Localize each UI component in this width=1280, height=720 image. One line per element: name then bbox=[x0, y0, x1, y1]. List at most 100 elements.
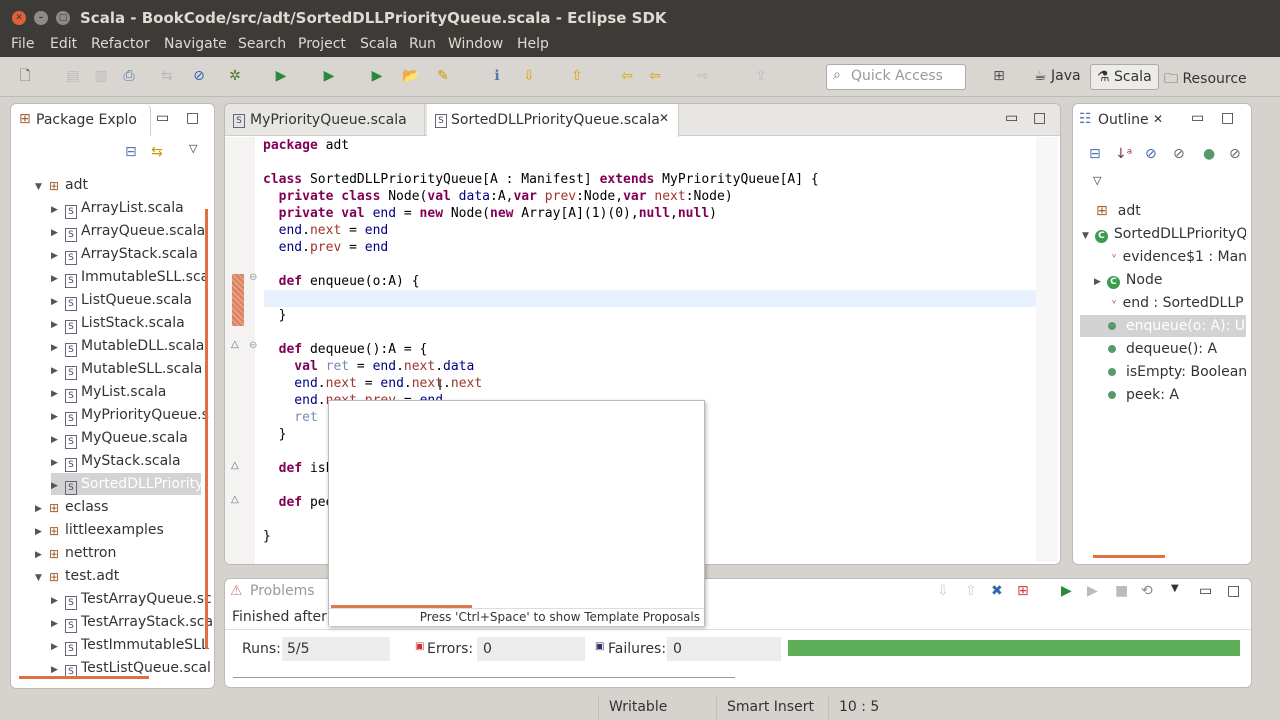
skip-breakpoints-icon[interactable]: ⊘ bbox=[190, 67, 208, 85]
previous-annotation-icon[interactable]: ⇧ bbox=[568, 67, 586, 85]
menu-search[interactable]: Search bbox=[238, 36, 286, 52]
view-menu-icon[interactable]: ▽ bbox=[1093, 174, 1101, 187]
hide-local-icon[interactable]: ⊘ bbox=[1229, 146, 1241, 162]
overview-ruler[interactable] bbox=[1036, 137, 1058, 562]
file-item[interactable]: ▶ S ListStack.scala bbox=[51, 312, 201, 334]
minimize-icon[interactable]: ▭ bbox=[1005, 110, 1018, 126]
package-item[interactable]: ▶ ⊞ littleexamples bbox=[35, 519, 201, 541]
minimize-icon[interactable]: ▭ bbox=[156, 110, 169, 126]
error-annotation[interactable] bbox=[232, 274, 244, 326]
view-menu-icon[interactable]: ▼ bbox=[1171, 583, 1179, 594]
collapsed-arrow-icon[interactable]: ▶ bbox=[51, 475, 65, 497]
file-item[interactable]: ▶ S TestArrayQueue.sc bbox=[51, 588, 212, 612]
close-window-button[interactable]: ✕ bbox=[12, 11, 26, 25]
expanded-arrow-icon[interactable]: ▼ bbox=[35, 176, 49, 198]
tab-mypriorityqueue[interactable]: S MyPriorityQueue.scala bbox=[225, 104, 425, 136]
file-item[interactable]: ▶ S TestImmutableSLL bbox=[51, 634, 209, 656]
history-icon[interactable]: ⟲ bbox=[1141, 583, 1153, 599]
save-icon[interactable]: ▤ bbox=[64, 67, 82, 85]
tab-problems[interactable]: Problems bbox=[250, 583, 315, 599]
run-coverage-icon[interactable]: ▶ bbox=[320, 67, 338, 85]
outline-tab[interactable]: ☷ Outline ✕ bbox=[1073, 104, 1173, 136]
search-icon[interactable]: ✎ bbox=[434, 67, 452, 85]
minimize-icon[interactable]: ▭ bbox=[1199, 583, 1212, 599]
menu-window[interactable]: Window bbox=[448, 36, 503, 52]
file-item[interactable]: ▶ S MyPriorityQueue.s bbox=[51, 404, 209, 428]
collapsed-arrow-icon[interactable]: ▶ bbox=[35, 521, 49, 543]
next-failure-icon[interactable]: ⇩ bbox=[937, 583, 949, 599]
quick-access-input[interactable]: ⌕ Quick Access bbox=[826, 64, 966, 90]
hide-nonpublic-icon[interactable]: ● bbox=[1203, 146, 1215, 162]
collapsed-arrow-icon[interactable]: ▶ bbox=[51, 406, 65, 428]
maximize-window-button[interactable]: □ bbox=[56, 11, 70, 25]
menu-refactor[interactable]: Refactor bbox=[91, 36, 150, 52]
collapsed-arrow-icon[interactable]: ▶ bbox=[1094, 277, 1101, 287]
previous-failure-icon[interactable]: ⇧ bbox=[965, 583, 977, 599]
collapse-all-icon[interactable]: ⊟ bbox=[1089, 146, 1101, 162]
collapsed-arrow-icon[interactable]: ▶ bbox=[51, 222, 65, 244]
outline-item[interactable]: ▼ C SortedDLLPriorityQ bbox=[1080, 223, 1246, 245]
collapsed-arrow-icon[interactable]: ▶ bbox=[51, 429, 65, 451]
external-tools-icon[interactable]: ▶ bbox=[368, 67, 386, 85]
stop-icon[interactable]: ■ bbox=[1115, 583, 1128, 599]
show-failures-only-icon[interactable]: ✖ bbox=[991, 583, 1003, 599]
scroll-lock-icon[interactable]: ⊞ bbox=[1017, 583, 1029, 599]
package-item[interactable]: ▼ ⊞ adt bbox=[35, 174, 201, 196]
file-item[interactable]: ▶ S MutableDLL.scala bbox=[51, 335, 204, 359]
collapsed-arrow-icon[interactable]: ▶ bbox=[51, 314, 65, 336]
minimize-icon[interactable]: ▭ bbox=[1191, 110, 1204, 126]
view-menu-icon[interactable]: ▽ bbox=[189, 142, 197, 155]
pin-icon[interactable]: ⇪ bbox=[752, 67, 770, 85]
print-icon[interactable]: ⎙ bbox=[120, 67, 138, 85]
menu-edit[interactable]: Edit bbox=[50, 36, 77, 52]
close-tab-icon[interactable]: ✕ bbox=[1153, 112, 1163, 126]
outline-item[interactable]: dequeue(): A bbox=[1080, 338, 1246, 360]
collapsed-arrow-icon[interactable]: ▶ bbox=[51, 199, 65, 221]
refactor-icon[interactable]: ⇆ bbox=[158, 67, 176, 85]
maximize-icon[interactable]: □ bbox=[1033, 110, 1046, 126]
package-item[interactable]: ▶ ⊞ eclass bbox=[35, 496, 201, 518]
menu-navigate[interactable]: Navigate bbox=[164, 36, 227, 52]
expanded-arrow-icon[interactable]: ▼ bbox=[1082, 231, 1089, 241]
file-item[interactable]: ▶ S TestArrayStack.sca bbox=[51, 611, 213, 633]
outline-item[interactable]: peek: A bbox=[1080, 384, 1246, 406]
collapsed-arrow-icon[interactable]: ▶ bbox=[51, 360, 65, 382]
collapsed-arrow-icon[interactable]: ▶ bbox=[35, 498, 49, 520]
collapsed-arrow-icon[interactable]: ▶ bbox=[51, 291, 65, 313]
sash[interactable] bbox=[233, 677, 735, 678]
minimize-window-button[interactable]: – bbox=[34, 11, 48, 25]
file-item[interactable]: ▶ S ImmutableSLL.sca bbox=[51, 266, 209, 290]
collapsed-arrow-icon[interactable]: ▶ bbox=[51, 245, 65, 267]
outline-item[interactable]: isEmpty: Boolean bbox=[1080, 361, 1246, 383]
rerun-icon[interactable]: ▶ bbox=[1061, 583, 1072, 599]
rerun-failed-icon[interactable]: ▶ bbox=[1087, 583, 1098, 599]
file-item[interactable]: ▶ S ArrayList.scala bbox=[51, 197, 201, 219]
perspective-scala[interactable]: ⚗ Scala bbox=[1090, 64, 1159, 90]
sort-icon[interactable]: ↓ᵃ bbox=[1115, 146, 1132, 162]
perspective-resource[interactable]: 🗀 Resource bbox=[1158, 64, 1253, 90]
tab-sorteddllpriorityqueue[interactable]: S SortedDLLPriorityQueue.scala ✕ bbox=[427, 104, 679, 137]
toggle-mark-icon[interactable]: ℹ bbox=[488, 67, 506, 85]
fold-icon[interactable]: ⊖ bbox=[249, 272, 257, 283]
collapsed-arrow-icon[interactable]: ▶ bbox=[51, 590, 65, 612]
forward-icon[interactable]: ⇨ bbox=[694, 67, 712, 85]
last-edit-icon[interactable]: ⇦ bbox=[618, 67, 636, 85]
content-assist-popup[interactable]: Press 'Ctrl+Space' to show Template Prop… bbox=[328, 400, 705, 626]
open-perspective-icon[interactable]: ⊞ bbox=[990, 67, 1008, 85]
collapsed-arrow-icon[interactable]: ▶ bbox=[51, 383, 65, 405]
maximize-icon[interactable]: □ bbox=[1221, 110, 1234, 126]
package-explorer-tab[interactable]: ⊞ Package Explo bbox=[11, 104, 151, 136]
collapsed-arrow-icon[interactable]: ▶ bbox=[51, 337, 65, 359]
file-item[interactable]: ▶ S ArrayQueue.scala bbox=[51, 220, 205, 244]
link-with-editor-icon[interactable]: ⇆ bbox=[151, 144, 163, 160]
package-item[interactable]: ▼ ⊞ test.adt bbox=[35, 565, 201, 587]
collapsed-arrow-icon[interactable]: ▶ bbox=[51, 452, 65, 474]
file-item[interactable]: ▶ S ArrayStack.scala bbox=[51, 243, 201, 265]
fold-icon[interactable]: ⊖ bbox=[249, 340, 257, 351]
next-annotation-icon[interactable]: ⇩ bbox=[520, 67, 538, 85]
new-icon[interactable]: 🗋 bbox=[16, 67, 34, 85]
menu-scala[interactable]: Scala bbox=[360, 36, 398, 52]
menu-project[interactable]: Project bbox=[298, 36, 346, 52]
collapsed-arrow-icon[interactable]: ▶ bbox=[51, 268, 65, 290]
collapsed-arrow-icon[interactable]: ▶ bbox=[35, 544, 49, 566]
